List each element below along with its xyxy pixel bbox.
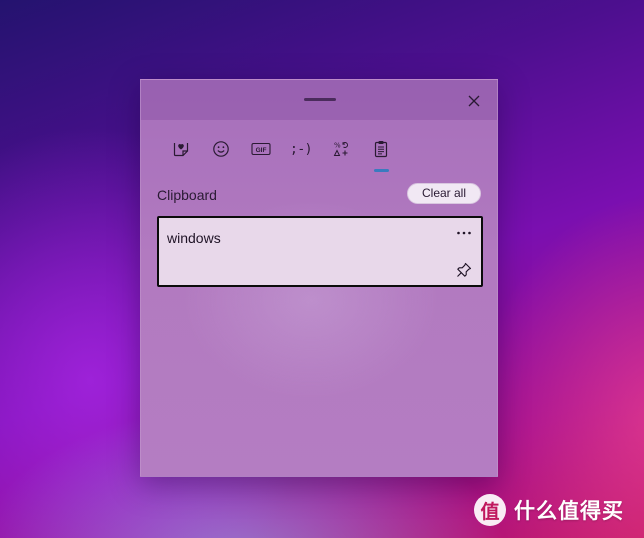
gif-icon: GIF xyxy=(251,142,271,156)
watermark-text: 什么值得买 xyxy=(514,499,624,523)
smiley-icon xyxy=(213,141,229,157)
clipboard-heading: Clipboard xyxy=(157,187,217,203)
watermark: 值 什么值得买 xyxy=(474,494,624,526)
tab-stickers[interactable] xyxy=(161,132,201,166)
clipboard-icon xyxy=(374,141,388,158)
pin-icon xyxy=(457,262,472,277)
symbols-icon: % xyxy=(333,142,348,156)
title-bar[interactable] xyxy=(141,80,497,120)
more-options-button[interactable] xyxy=(455,226,473,240)
kaomoji-icon: ;-) xyxy=(290,141,312,157)
pin-button[interactable] xyxy=(455,261,473,279)
clipboard-panel: GIF ;-) % Clipboard Clear all windows xyxy=(140,79,498,477)
close-icon xyxy=(468,95,480,107)
category-tabs: GIF ;-) % xyxy=(161,132,401,172)
drag-handle[interactable] xyxy=(304,98,336,101)
clipboard-item-text: windows xyxy=(167,230,221,246)
heart-sticker-icon xyxy=(173,143,189,157)
tab-emoji[interactable] xyxy=(201,132,241,166)
clear-all-button[interactable]: Clear all xyxy=(406,183,481,204)
watermark-logo: 值 xyxy=(474,494,506,526)
clipboard-item[interactable]: windows xyxy=(157,216,483,287)
svg-text:GIF: GIF xyxy=(256,147,267,154)
tab-clipboard[interactable] xyxy=(361,132,401,172)
tab-gif[interactable]: GIF xyxy=(241,132,281,166)
close-button[interactable] xyxy=(461,88,487,114)
ellipsis-icon xyxy=(457,231,471,235)
tab-kaomoji[interactable]: ;-) xyxy=(281,132,321,166)
tab-symbols[interactable]: % xyxy=(321,132,361,166)
svg-text:%: % xyxy=(334,142,341,150)
